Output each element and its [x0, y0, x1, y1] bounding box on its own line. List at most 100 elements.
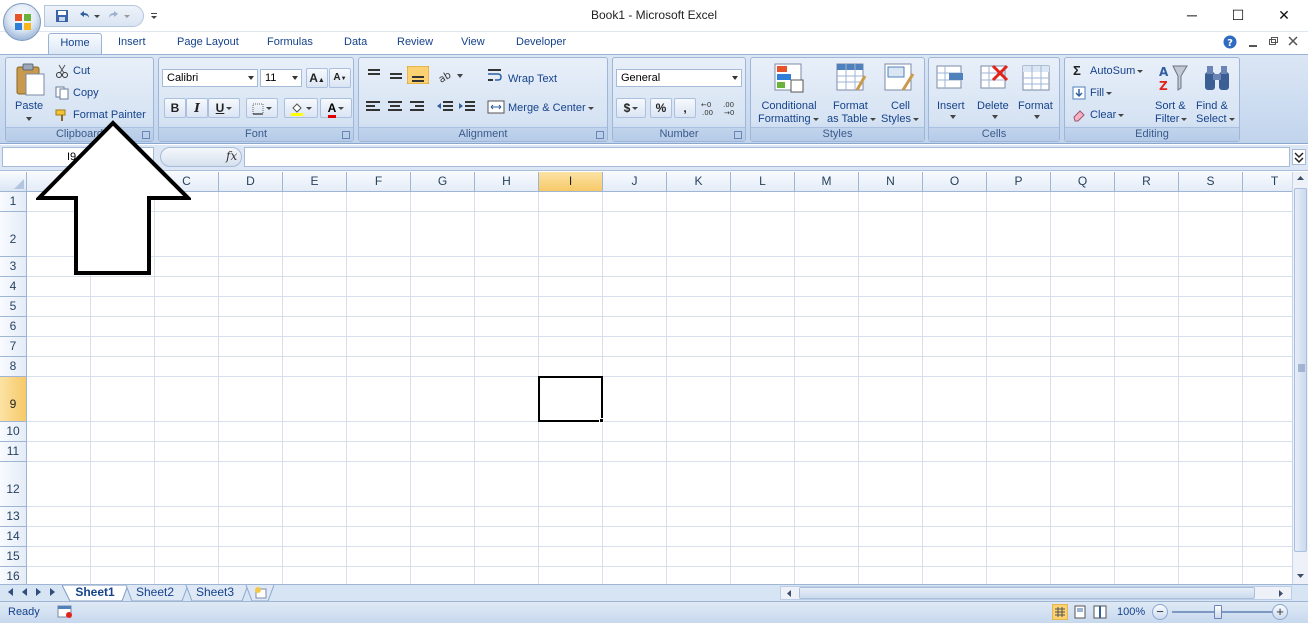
autosum-icon[interactable]: Σ	[1073, 63, 1081, 78]
row-header-4[interactable]: 4	[0, 277, 27, 297]
percent-button[interactable]: %	[650, 98, 672, 118]
paste-dropdown-icon[interactable]	[24, 116, 34, 122]
top-align-icon[interactable]	[363, 66, 385, 84]
font-size-combo[interactable]: 11	[260, 69, 302, 87]
sort-filter-label-2[interactable]: Filter	[1155, 113, 1188, 125]
column-header-o[interactable]: O	[923, 172, 987, 192]
format-cells-label[interactable]: Format	[1018, 100, 1053, 112]
ribbon-restore-icon[interactable]	[1268, 36, 1278, 46]
column-header-n[interactable]: N	[859, 172, 923, 192]
tab-formulas[interactable]: Formulas	[267, 36, 313, 48]
conditional-formatting-label-2[interactable]: Formatting	[758, 113, 819, 125]
sheet-tab-sheet3[interactable]: Sheet3	[190, 585, 240, 601]
tab-data[interactable]: Data	[344, 36, 367, 48]
row-header-14[interactable]: 14	[0, 527, 27, 547]
tab-insert[interactable]: Insert	[118, 36, 146, 48]
row-header-5[interactable]: 5	[0, 297, 27, 317]
fill-icon[interactable]	[1072, 86, 1086, 100]
column-header-f[interactable]: F	[347, 172, 411, 192]
clear-button[interactable]: Clear	[1090, 109, 1125, 121]
select-all-corner[interactable]	[0, 172, 27, 192]
font-color-button[interactable]: A	[320, 98, 352, 118]
row-header-16[interactable]: 16	[0, 567, 27, 584]
tab-page-layout[interactable]: Page Layout	[177, 36, 239, 48]
column-header-c[interactable]: C	[155, 172, 219, 192]
column-header-s[interactable]: S	[1179, 172, 1243, 192]
scroll-right-icon[interactable]	[1277, 589, 1285, 598]
insert-sheet-icon[interactable]	[254, 587, 268, 599]
column-header-r[interactable]: R	[1115, 172, 1179, 192]
column-header-e[interactable]: E	[283, 172, 347, 192]
paste-label[interactable]: Paste	[15, 100, 43, 112]
number-format-combo[interactable]: General	[616, 69, 742, 87]
shrink-font-button[interactable]: A▼	[329, 68, 351, 88]
row-header-2[interactable]: 2	[0, 212, 27, 257]
sort-filter-icon[interactable]: AZ	[1157, 62, 1189, 94]
scroll-left-icon[interactable]	[785, 589, 793, 598]
row-header-1[interactable]: 1	[0, 192, 27, 212]
paste-icon[interactable]	[14, 62, 46, 96]
wrap-text-button[interactable]: Wrap Text	[508, 73, 557, 85]
page-break-preview-icon[interactable]	[1092, 604, 1108, 620]
cell-styles-icon[interactable]	[883, 62, 915, 94]
worksheet-grid[interactable]: ABCDEFGHIJKLMNOPQRST 1 2 3 4 5 6 7 8 9 10 11 12 13 14…	[0, 172, 1292, 584]
fill-button[interactable]: Fill	[1090, 87, 1113, 99]
middle-align-icon[interactable]	[385, 66, 407, 84]
column-header-q[interactable]: Q	[1051, 172, 1115, 192]
row-header-12[interactable]: 12	[0, 462, 27, 507]
sheet-tab-sheet2[interactable]: Sheet2	[130, 585, 180, 601]
format-as-table-label-1[interactable]: Format	[833, 100, 868, 112]
scroll-up-icon[interactable]	[1296, 174, 1305, 182]
autosum-button[interactable]: AutoSum	[1090, 65, 1144, 77]
zoom-in-button[interactable]: +	[1272, 604, 1288, 620]
help-icon[interactable]: ?	[1223, 35, 1237, 49]
align-left-icon[interactable]	[363, 98, 383, 116]
expand-formula-bar-icon[interactable]	[1292, 149, 1306, 165]
vertical-scrollbar[interactable]	[1292, 172, 1308, 584]
column-header-a[interactable]: A	[27, 172, 91, 192]
merge-center-icon[interactable]	[487, 99, 505, 115]
zoom-level[interactable]: 100%	[1117, 606, 1145, 618]
last-sheet-icon[interactable]	[50, 588, 55, 596]
increase-decimal-icon[interactable]: ←0.00	[700, 98, 720, 118]
formula-input[interactable]	[244, 147, 1290, 167]
insert-dropdown-icon[interactable]	[949, 114, 957, 120]
find-select-icon[interactable]	[1201, 62, 1233, 94]
prev-sheet-icon[interactable]	[22, 588, 27, 596]
maximize-button[interactable]: ☐	[1215, 0, 1261, 30]
macro-record-icon[interactable]	[57, 605, 73, 619]
currency-button[interactable]: $	[616, 98, 646, 118]
delete-cells-label[interactable]: Delete	[977, 100, 1009, 112]
format-as-table-label-2[interactable]: as Table	[827, 113, 876, 125]
find-select-label-1[interactable]: Find &	[1196, 100, 1228, 112]
row-header-8[interactable]: 8	[0, 357, 27, 377]
cell-styles-label-1[interactable]: Cell	[891, 100, 910, 112]
row-header-6[interactable]: 6	[0, 317, 27, 337]
fill-handle[interactable]	[599, 418, 604, 423]
format-dropdown-icon[interactable]	[1033, 114, 1041, 120]
copy-icon[interactable]	[55, 86, 69, 100]
conditional-formatting-label-1[interactable]: Conditional	[758, 100, 820, 112]
tab-home[interactable]: Home	[48, 33, 102, 55]
fill-color-button[interactable]	[284, 98, 318, 118]
horizontal-scrollbar[interactable]	[780, 586, 1292, 600]
align-center-icon[interactable]	[385, 98, 405, 116]
name-box[interactable]: I9	[2, 147, 154, 167]
cell-styles-label-2[interactable]: Styles	[881, 113, 919, 125]
close-button[interactable]: ✕	[1261, 0, 1307, 30]
alignment-launcher-icon[interactable]	[596, 131, 604, 139]
zoom-out-button[interactable]: −	[1152, 604, 1168, 620]
column-header-j[interactable]: J	[603, 172, 667, 192]
row-header-3[interactable]: 3	[0, 257, 27, 277]
horizontal-scroll-thumb[interactable]	[799, 587, 1255, 599]
first-sheet-icon[interactable]	[8, 588, 13, 596]
insert-cells-icon[interactable]	[935, 62, 967, 94]
active-cell[interactable]	[538, 376, 603, 422]
column-header-t[interactable]: T	[1243, 172, 1292, 192]
office-button[interactable]	[3, 3, 41, 41]
comma-button[interactable]: ,	[674, 98, 696, 118]
clear-icon[interactable]	[1072, 108, 1086, 122]
increase-indent-icon[interactable]	[457, 98, 477, 116]
ribbon-minimize-icon[interactable]	[1248, 38, 1258, 48]
italic-button[interactable]: I	[186, 98, 208, 118]
